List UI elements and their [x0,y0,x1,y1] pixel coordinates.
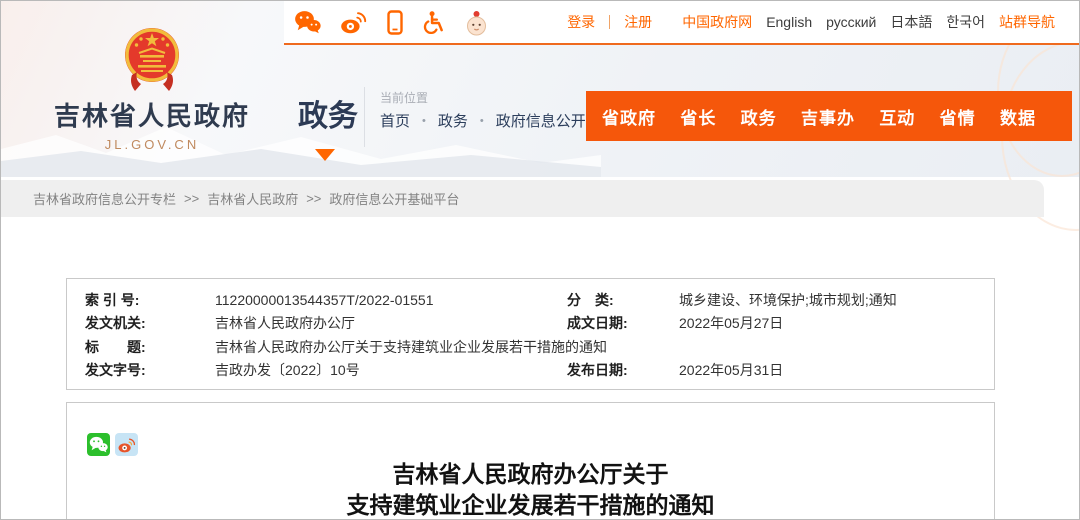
category-label: 分 类: [567,290,679,310]
lang-japanese-link[interactable]: 日本語 [890,12,932,32]
document-title: 吉林省人民政府办公厅关于 支持建筑业企业发展若干措施的通知 [67,459,994,520]
breadcrumb-zhengwu[interactable]: 政务 [438,110,468,131]
document-title-line2: 支持建筑业企业发展若干措施的通知 [67,490,994,520]
lang-english-link[interactable]: English [766,14,812,30]
mobile-icon[interactable] [387,9,403,35]
nav-item-data[interactable]: 数据 [1000,104,1036,129]
nav-item-governor[interactable]: 省长 [680,104,716,129]
meta-row-empty [567,335,987,359]
doc-number-value: 吉政办发〔2022〕10号 [215,360,360,380]
divider [364,87,365,147]
chevron-down-icon [315,149,335,161]
index-value: 11220000013544357T/2022-01551 [215,292,434,308]
meta-column-right: 分 类: 城乡建设、环境保护;城市规划;通知 成文日期: 2022年05月27日… [567,288,987,382]
trail-link-provincial-gov[interactable]: 吉林省人民政府 [207,189,298,208]
publish-date-value: 2022年05月31日 [679,360,783,380]
current-location-label: 当前位置 [380,89,428,106]
accessibility-icon[interactable] [422,9,445,35]
issuer-value: 吉林省人民政府办公厅 [215,313,355,333]
doc-number-label: 发文字号: [85,360,215,380]
title-label: 标 题: [85,337,215,357]
weibo-share-icon[interactable] [115,433,138,456]
trail-link-platform[interactable]: 政府信息公开基础平台 [329,189,459,208]
issuer-label: 发文机关: [85,313,215,333]
site-domain: JL.GOV.CN [43,137,261,152]
lang-korean-link[interactable]: 한국어 [946,12,985,32]
divider [609,15,610,29]
meta-row-category: 分 类: 城乡建设、环境保护;城市规划;通知 [567,288,987,312]
meta-row-title: 标 题: 吉林省人民政府办公厅关于支持建筑业企业发展若干措施的通知 [85,335,555,359]
lang-russian-link[interactable]: русский [826,14,876,30]
breadcrumb-home[interactable]: 首页 [380,110,410,131]
site-name: 吉林省人民政府 [43,96,261,133]
breadcrumb-info-disclosure[interactable]: 政府信息公开 [496,110,586,131]
china-gov-link[interactable]: 中国政府网 [682,12,752,32]
site-group-nav-link[interactable]: 站群导航 [999,12,1055,32]
dot-separator: • [480,115,484,127]
document-meta-table: 索 引 号: 11220000013544357T/2022-01551 发文机… [66,278,995,390]
main-nav: 省政府 省长 政务 吉事办 互动 省情 数据 [586,91,1072,141]
wechat-share-icon[interactable] [87,433,110,456]
trail-separator: >> [306,191,321,206]
meta-row-publish-date: 发布日期: 2022年05月31日 [567,359,987,383]
written-date-label: 成文日期: [567,313,679,333]
title-value: 吉林省人民政府办公厅关于支持建筑业企业发展若干措施的通知 [215,337,607,357]
nav-item-interaction[interactable]: 互动 [879,104,915,129]
nav-item-jishiban[interactable]: 吉事办 [801,104,855,129]
meta-row-doc-number: 发文字号: 吉政办发〔2022〕10号 [85,359,555,383]
top-utility-bar: 登录 注册 中国政府网 English русский 日本語 한국어 站群导航 [284,1,1080,45]
weibo-icon[interactable] [340,9,368,35]
trail-breadcrumb-bar: 吉林省政府信息公开专栏 >> 吉林省人民政府 >> 政府信息公开基础平台 [1,180,1044,217]
meta-row-index: 索 引 号: 11220000013544357T/2022-01551 [85,288,555,312]
register-link[interactable]: 注册 [624,12,652,32]
national-emblem-icon [122,25,182,93]
dot-separator: • [422,115,426,127]
breadcrumb: 首页 • 政务 • 政府信息公开 [380,110,586,131]
nav-item-province-info[interactable]: 省情 [940,104,976,129]
category-value: 城乡建设、环境保护;城市规划;通知 [679,290,897,310]
meta-column-left: 索 引 号: 11220000013544357T/2022-01551 发文机… [85,288,555,382]
nav-item-zhengwu[interactable]: 政务 [741,104,777,129]
wechat-icon[interactable] [294,9,321,35]
share-icons [87,433,138,456]
index-label: 索 引 号: [85,290,215,310]
trail-link-disclosure-column[interactable]: 吉林省政府信息公开专栏 [33,189,176,208]
top-links: 登录 注册 中国政府网 English русский 日本語 한국어 站群导航 [567,12,1080,32]
meta-row-issuer: 发文机关: 吉林省人民政府办公厅 [85,312,555,336]
trail-separator: >> [184,191,199,206]
nav-item-provincial-gov[interactable]: 省政府 [602,104,656,129]
social-icons [294,9,489,35]
login-link[interactable]: 登录 [567,12,595,32]
section-menu-zhengwu[interactable]: 政务 [298,91,358,135]
site-logo[interactable]: 吉林省人民政府 JL.GOV.CN [43,25,261,152]
page: 登录 注册 中国政府网 English русский 日本語 한국어 站群导航 [0,0,1080,520]
document-title-line1: 吉林省人民政府办公厅关于 [67,459,994,490]
mascot-icon[interactable] [464,9,489,35]
publish-date-label: 发布日期: [567,360,679,380]
meta-row-written-date: 成文日期: 2022年05月27日 [567,312,987,336]
document-content-box: 吉林省人民政府办公厅关于 支持建筑业企业发展若干措施的通知 [66,402,995,520]
written-date-value: 2022年05月27日 [679,313,783,333]
